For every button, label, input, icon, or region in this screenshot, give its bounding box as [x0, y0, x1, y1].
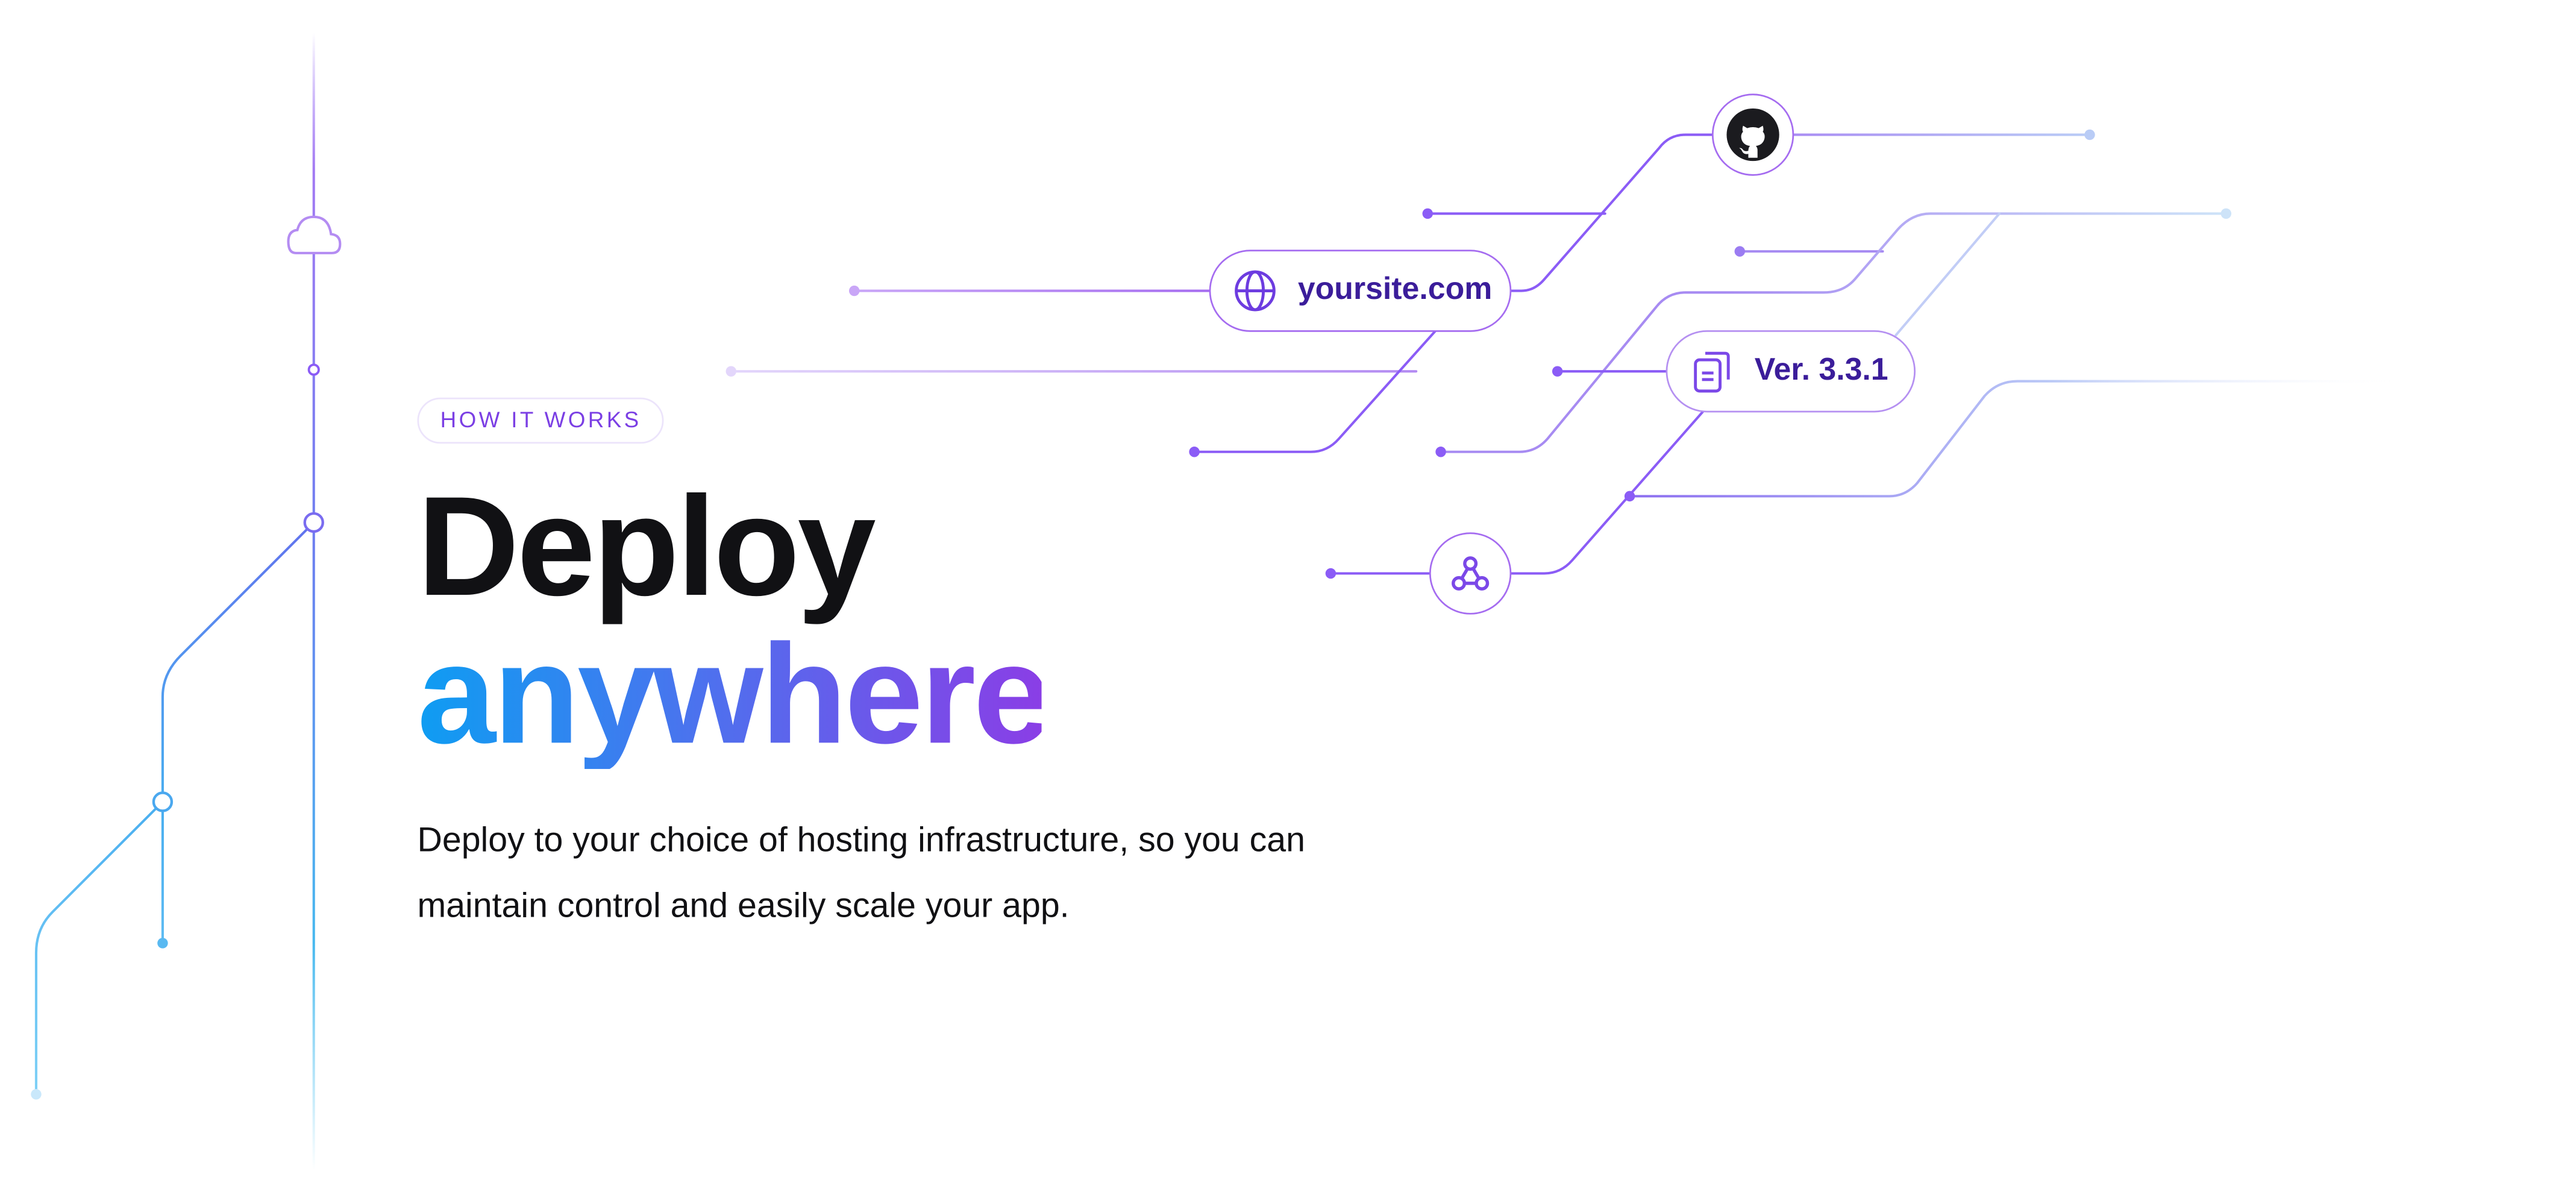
documents-icon: [1694, 351, 1730, 393]
webhook-node: [1429, 532, 1512, 615]
how-it-works-section: yoursite.com Ver. 3.3.1 HOW IT WORKS Dep…: [0, 0, 2576, 1180]
cloud-icon: [287, 215, 342, 254]
domain-pill: yoursite.com: [1209, 249, 1512, 332]
github-node: [1711, 93, 1794, 176]
github-icon: [1726, 108, 1779, 162]
globe-icon: [1235, 270, 1276, 312]
deployment-network-diagram: [31, 33, 2400, 1170]
deploy-pipeline-line: [34, 33, 315, 1170]
section-description: Deploy to your choice of hosting infrast…: [417, 821, 1305, 925]
version-pill: Ver. 3.3.1: [1666, 330, 1916, 413]
pipeline-nodes: [31, 363, 324, 1100]
domain-label: yoursite.com: [1297, 272, 1493, 307]
headline-line-2: anywhere: [417, 616, 1052, 774]
section-badge: HOW IT WORKS: [417, 397, 665, 444]
version-label: Ver. 3.3.1: [1754, 353, 1888, 388]
webhook-icon: [1452, 556, 1490, 591]
page-title: Deploy anywhere: [417, 468, 1052, 774]
headline-line-1: Deploy: [417, 468, 876, 626]
